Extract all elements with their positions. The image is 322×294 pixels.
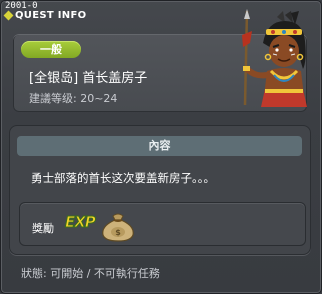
exp-text: EXP bbox=[65, 213, 97, 232]
content-header: 內容 bbox=[17, 136, 302, 156]
reward-label: 獎勵 bbox=[32, 222, 54, 235]
svg-text:$: $ bbox=[115, 228, 121, 237]
reward-box bbox=[19, 202, 306, 246]
window-title: QUEST INFO bbox=[15, 10, 87, 21]
exp-icon[interactable]: EXP bbox=[65, 212, 99, 236]
tribal-chief-npc-icon bbox=[242, 9, 307, 107]
diamond-icon bbox=[3, 10, 14, 21]
money-bag-icon[interactable]: $ bbox=[99, 210, 137, 242]
quest-info-window: 2001-0 QUEST INFO 一般 [全银岛] 首长盖房子 建議等级: 2… bbox=[0, 0, 322, 294]
category-badge: 一般 bbox=[21, 41, 81, 58]
quest-name: [全银岛] 首长盖房子 bbox=[29, 71, 148, 86]
quest-description: 勇士部落的首长这次要盖新房子。。。 bbox=[31, 171, 215, 185]
recommended-level: 建議等级: 20~24 bbox=[29, 92, 118, 105]
quest-status: 狀態: 可開始 / 不可執行任務 bbox=[21, 267, 160, 280]
